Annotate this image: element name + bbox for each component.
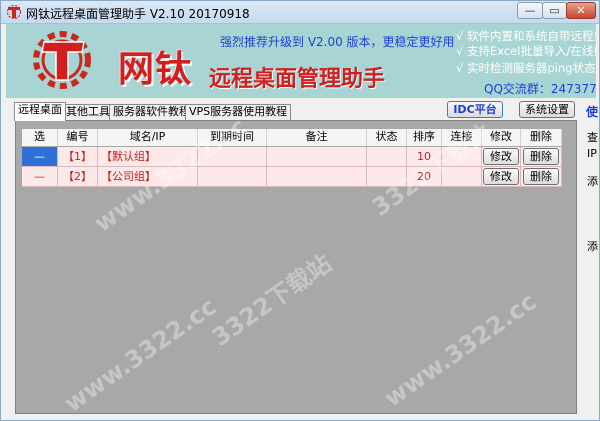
edit-button[interactable]: 修改 xyxy=(483,168,519,185)
row-domain-cell: 【默认组】 xyxy=(98,147,198,167)
feature-line: √ 支持Excel批量导入/在线批 xyxy=(456,44,596,58)
gear-t-logo-icon xyxy=(33,31,91,89)
row-select-cell[interactable]: — xyxy=(22,147,58,167)
table-row[interactable]: — 【1】 【默认组】 10 修改 删除 xyxy=(22,147,562,167)
app-logo-icon xyxy=(6,4,22,20)
col-header-id: 编号 xyxy=(58,129,98,146)
right-panel-label: 添 xyxy=(587,175,598,188)
window-title: 网钛远程桌面管理助手 V2.10 20170918 xyxy=(26,7,250,21)
maximize-button[interactable]: ▭ xyxy=(542,2,567,19)
table-row[interactable]: — 【2】 【公司组】 20 修改 删除 xyxy=(22,167,562,187)
row-status-cell xyxy=(367,167,407,187)
right-panel-label: 添 xyxy=(587,240,598,253)
col-header-edit: 修改 xyxy=(482,129,521,146)
row-order-cell: 20 xyxy=(407,167,442,187)
close-button[interactable]: ✕ xyxy=(566,2,596,19)
col-header-expire: 到期时间 xyxy=(198,129,267,146)
tab-server-software-tutorial[interactable]: 服务器软件教程 xyxy=(109,104,194,120)
right-side-panel xyxy=(579,120,597,414)
delete-button[interactable]: 删除 xyxy=(523,148,559,165)
header-banner: 网钛 远程桌面管理助手 强烈推荐升级到 V2.00 版本，更稳定更好用 √ 软件… xyxy=(6,24,596,98)
col-header-order: 排序 xyxy=(407,129,442,146)
row-edit-cell: 修改 xyxy=(482,167,521,187)
row-note-cell xyxy=(267,167,367,187)
server-grid-panel: 选 编号 域名/IP 到期时间 备注 状态 排序 连接 修改 删除 — 【1】 … xyxy=(15,120,577,414)
row-domain-cell: 【公司组】 xyxy=(98,167,198,187)
system-settings-button[interactable]: 系统设置 xyxy=(519,101,575,118)
upgrade-promo-link[interactable]: 强烈推荐升级到 V2.00 版本，更稳定更好用 xyxy=(220,33,455,50)
col-header-domain: 域名/IP xyxy=(98,129,198,146)
row-delete-cell: 删除 xyxy=(521,147,562,167)
col-header-select: 选 xyxy=(22,129,58,146)
minimize-button[interactable]: — xyxy=(517,2,543,19)
qq-group-text: QQ交流群：247377 xyxy=(484,82,596,96)
row-status-cell xyxy=(367,147,407,167)
tab-remote-desktop[interactable]: 远程桌面 xyxy=(14,102,66,121)
row-select-cell[interactable]: — xyxy=(22,167,58,187)
row-order-cell: 10 xyxy=(407,147,442,167)
feature-line: √ 实时检测服务器ping状态或 xyxy=(456,61,596,75)
col-header-delete: 删除 xyxy=(521,129,562,146)
delete-button[interactable]: 删除 xyxy=(523,168,559,185)
row-id-cell: 【1】 xyxy=(58,147,98,167)
row-expire-cell xyxy=(198,147,267,167)
brand-title: 网钛 xyxy=(118,49,193,90)
idc-platform-button[interactable]: IDC平台 xyxy=(447,101,503,118)
side-link[interactable]: 使 xyxy=(586,103,598,120)
edit-button[interactable]: 修改 xyxy=(483,148,519,165)
row-id-cell: 【2】 xyxy=(58,167,98,187)
col-header-status: 状态 xyxy=(367,129,407,146)
right-panel-label: 查 xyxy=(587,131,598,144)
row-edit-cell: 修改 xyxy=(482,147,521,167)
tab-vps-tutorial[interactable]: VPS服务器使用教程 xyxy=(185,104,292,120)
col-header-note: 备注 xyxy=(267,129,367,146)
col-header-connect: 连接 xyxy=(442,129,482,146)
row-connect-cell[interactable] xyxy=(442,167,482,187)
app-window: 网钛远程桌面管理助手 V2.10 20170918 — ▭ ✕ 网钛 远程桌面管… xyxy=(0,0,600,421)
brand-subtitle: 远程桌面管理助手 xyxy=(209,67,386,92)
right-panel-label: IP xyxy=(587,147,597,160)
row-connect-cell[interactable] xyxy=(442,147,482,167)
row-expire-cell xyxy=(198,167,267,187)
row-note-cell xyxy=(267,147,367,167)
title-bar[interactable]: 网钛远程桌面管理助手 V2.10 20170918 — ▭ ✕ xyxy=(1,1,599,24)
row-delete-cell: 删除 xyxy=(521,167,562,187)
feature-line: √ 软件内置和系统自带远程桌 xyxy=(456,29,596,43)
tab-other-tools[interactable]: 其他工具 xyxy=(62,104,114,120)
